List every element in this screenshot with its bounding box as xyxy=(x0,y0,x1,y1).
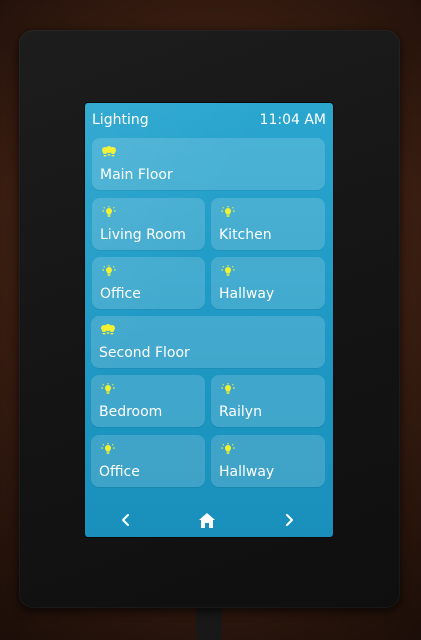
tile-hallway-2[interactable]: Hallway xyxy=(211,435,325,487)
tile-label: Office xyxy=(99,464,140,480)
tile-main-floor[interactable]: Main Floor xyxy=(92,138,325,190)
tile-living-room[interactable]: Living Room xyxy=(92,198,205,250)
page-title: Lighting xyxy=(92,112,149,128)
forward-button[interactable] xyxy=(275,509,303,531)
tile-label: Main Floor xyxy=(100,167,173,183)
bulb-icon xyxy=(102,265,116,276)
tile-office[interactable]: Office xyxy=(92,257,205,309)
chevron-left-icon xyxy=(122,514,129,526)
bottom-nav xyxy=(85,503,333,537)
tile-bedroom[interactable]: Bedroom xyxy=(91,375,205,427)
tile-label: Kitchen xyxy=(219,227,272,243)
tile-label: Bedroom xyxy=(99,404,163,420)
bulb-icon xyxy=(221,206,235,217)
tile-label: Second Floor xyxy=(99,345,190,361)
bulb-icon xyxy=(221,443,235,454)
tile-second-floor[interactable]: Second Floor xyxy=(91,316,325,368)
tile-label: Office xyxy=(100,286,141,302)
back-button[interactable] xyxy=(112,509,140,531)
bulb-icon xyxy=(101,383,115,394)
bulb-icon xyxy=(102,206,116,217)
tile-label: Hallway xyxy=(219,286,275,302)
multi-bulb-icon xyxy=(102,146,116,157)
tile-label: Hallway xyxy=(219,464,275,480)
tile-label: Railyn xyxy=(219,404,262,420)
bulb-icon xyxy=(221,265,235,276)
tile-railyn[interactable]: Railyn xyxy=(211,375,325,427)
tile-hallway[interactable]: Hallway xyxy=(211,257,325,309)
bulb-icon xyxy=(101,443,115,454)
status-bar: Lighting 11:04 AM xyxy=(85,103,333,135)
multi-bulb-icon xyxy=(101,324,115,335)
clock: 11:04 AM xyxy=(259,112,326,128)
bulb-icon xyxy=(221,383,235,394)
home-icon xyxy=(199,512,215,528)
tile-label: Living Room xyxy=(100,227,186,243)
home-button[interactable] xyxy=(193,509,221,531)
tile-kitchen[interactable]: Kitchen xyxy=(211,198,325,250)
touch-screen: Lighting 11:04 AM Main Floor Living Room… xyxy=(85,103,333,537)
chevron-right-icon xyxy=(286,514,293,526)
tile-office-2[interactable]: Office xyxy=(91,435,205,487)
